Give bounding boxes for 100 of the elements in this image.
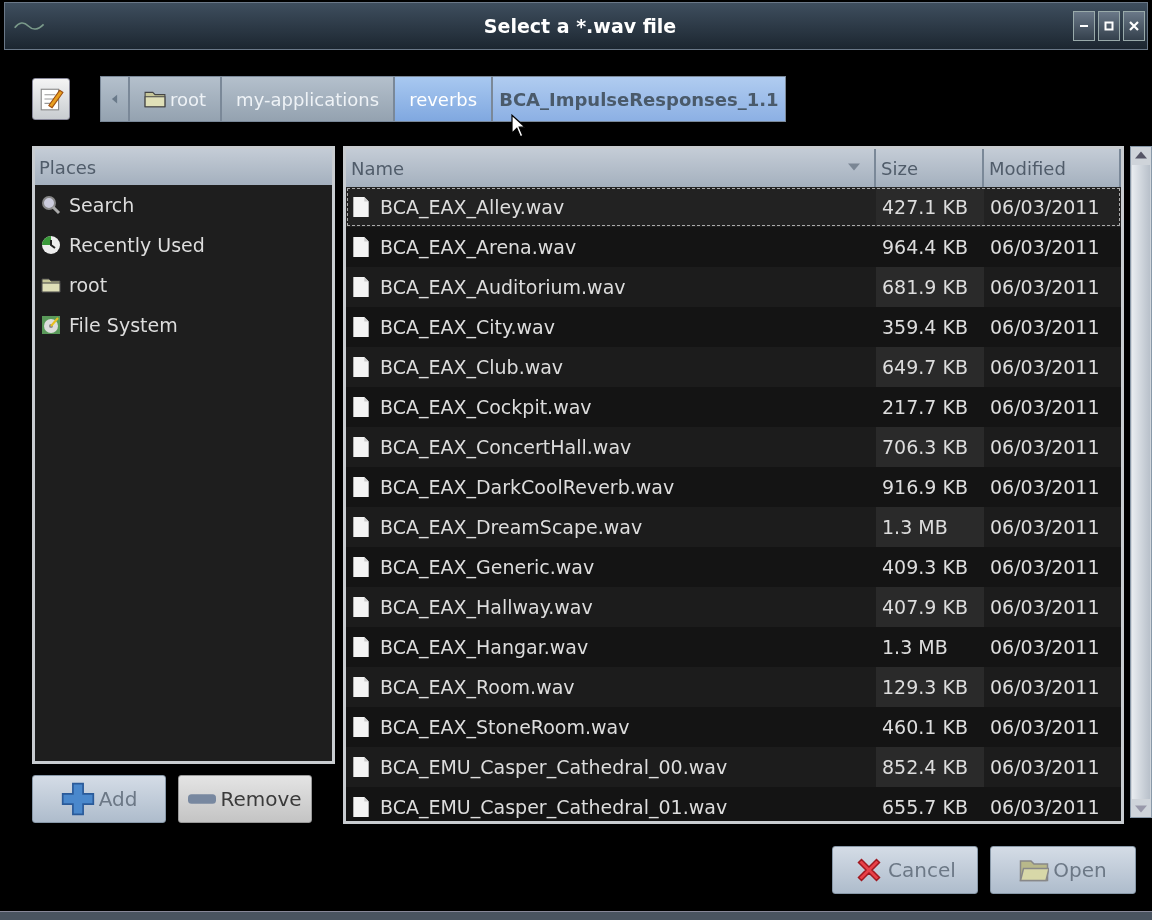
file-size: 1.3 MB (882, 636, 948, 658)
file-size: 129.3 KB (882, 676, 968, 698)
file-row[interactable]: BCA_EAX_Hangar.wav 1.3 MB 06/03/2011 (346, 627, 1121, 667)
file-row[interactable]: BCA_EMU_Casper_Cathedral_01.wav 655.7 KB 06/03/2011 (346, 787, 1121, 821)
clock-icon (41, 235, 61, 255)
file-date: 06/03/2011 (990, 596, 1100, 618)
file-size: 964.4 KB (882, 236, 968, 258)
search-icon (41, 195, 61, 215)
file-row[interactable]: BCA_EAX_City.wav 359.4 KB 06/03/2011 (346, 307, 1121, 347)
file-row[interactable]: BCA_EAX_Generic.wav 409.3 KB 06/03/2011 (346, 547, 1121, 587)
plus-icon (60, 782, 95, 816)
place-item[interactable]: Recently Used (35, 225, 332, 265)
file-name: BCA_EAX_Auditorium.wav (380, 276, 626, 298)
file-name: BCA_EAX_Club.wav (380, 356, 564, 378)
document-icon (352, 636, 370, 658)
close-icon (1129, 21, 1139, 31)
file-name: BCA_EMU_Casper_Cathedral_00.wav (380, 756, 728, 778)
up-arrow-icon[interactable] (1135, 151, 1147, 159)
file-size: 649.7 KB (882, 356, 968, 378)
close-button[interactable] (1123, 11, 1145, 41)
place-label: Recently Used (69, 234, 205, 256)
maximize-icon (1104, 21, 1114, 31)
file-size: 217.7 KB (882, 396, 968, 418)
place-item[interactable]: root (35, 265, 332, 305)
folder-icon (144, 90, 166, 108)
file-size: 681.9 KB (882, 276, 968, 298)
document-icon (352, 396, 370, 418)
document-icon (352, 436, 370, 458)
document-icon (352, 556, 370, 578)
file-name: BCA_EAX_Generic.wav (380, 556, 595, 578)
file-size: 460.1 KB (882, 716, 968, 738)
document-icon (352, 796, 370, 818)
file-name: BCA_EAX_Cockpit.wav (380, 396, 592, 418)
file-date: 06/03/2011 (990, 636, 1100, 658)
document-icon (352, 596, 370, 618)
minimize-button[interactable] (1073, 11, 1095, 41)
document-icon (352, 516, 370, 538)
document-icon (352, 236, 370, 258)
scrollbar-thumb[interactable] (1132, 165, 1150, 799)
place-label: Search (69, 194, 135, 216)
file-date: 06/03/2011 (990, 676, 1100, 698)
remove-button[interactable]: Remove (178, 775, 312, 823)
file-size: 706.3 KB (882, 436, 968, 458)
document-icon (352, 476, 370, 498)
file-date: 06/03/2011 (990, 796, 1100, 818)
file-row[interactable]: BCA_EAX_StoneRoom.wav 460.1 KB 06/03/2011 (346, 707, 1121, 747)
file-date: 06/03/2011 (990, 196, 1100, 218)
document-icon (352, 756, 370, 778)
file-name: BCA_EAX_Arena.wav (380, 236, 577, 258)
document-icon (352, 356, 370, 378)
file-row[interactable]: BCA_EAX_Cockpit.wav 217.7 KB 06/03/2011 (346, 387, 1121, 427)
file-row[interactable]: BCA_EAX_Alley.wav 427.1 KB 06/03/2011 (346, 187, 1121, 227)
file-date: 06/03/2011 (990, 276, 1100, 298)
document-icon (352, 676, 370, 698)
edit-location-button[interactable] (32, 78, 70, 120)
file-size: 655.7 KB (882, 796, 968, 818)
minus-icon (188, 794, 217, 804)
sort-arrow-icon (848, 163, 860, 171)
file-name: BCA_EMU_Casper_Cathedral_01.wav (380, 796, 728, 818)
document-icon (352, 316, 370, 338)
file-size: 916.9 KB (882, 476, 968, 498)
file-size: 409.3 KB (882, 556, 968, 578)
folder-icon (41, 276, 61, 294)
scrollbar[interactable] (1130, 146, 1152, 818)
place-item[interactable]: File System (35, 305, 332, 345)
minimize-icon (1080, 25, 1088, 27)
maximize-button[interactable] (1098, 11, 1120, 41)
file-date: 06/03/2011 (990, 516, 1100, 538)
file-name: BCA_EAX_StoneRoom.wav (380, 716, 630, 738)
mouse-pointer-icon (510, 114, 526, 138)
file-name: BCA_EAX_City.wav (380, 316, 555, 338)
file-date: 06/03/2011 (990, 716, 1100, 738)
file-size: 1.3 MB (882, 516, 948, 538)
file-name: BCA_EAX_Hallway.wav (380, 596, 593, 618)
path-button[interactable]: BCA_ImpulseResponses_1.1 (492, 76, 786, 122)
place-item[interactable]: Search (35, 185, 332, 225)
file-date: 06/03/2011 (990, 436, 1100, 458)
file-name: BCA_EAX_Room.wav (380, 676, 575, 698)
file-name: BCA_EAX_ConcertHall.wav (380, 436, 632, 458)
file-date: 06/03/2011 (990, 476, 1100, 498)
file-date: 06/03/2011 (990, 396, 1100, 418)
file-row[interactable]: BCA_EAX_DarkCoolReverb.wav 916.9 KB 06/03/2011 (346, 467, 1121, 507)
document-icon (352, 196, 370, 218)
file-size: 359.4 KB (882, 316, 968, 338)
file-size: 427.1 KB (882, 196, 968, 218)
left-arrow-icon (111, 94, 118, 104)
document-icon (352, 716, 370, 738)
file-row[interactable]: BCA_EAX_Arena.wav 964.4 KB 06/03/2011 (346, 227, 1121, 267)
file-name: BCA_EAX_DarkCoolReverb.wav (380, 476, 675, 498)
file-date: 06/03/2011 (990, 316, 1100, 338)
file-date: 06/03/2011 (990, 756, 1100, 778)
file-size: 852.4 KB (882, 756, 968, 778)
file-name: BCA_EAX_Alley.wav (380, 196, 565, 218)
document-icon (352, 276, 370, 298)
place-label: root (69, 274, 108, 296)
file-date: 06/03/2011 (990, 236, 1100, 258)
edit-icon (38, 86, 64, 112)
drive-icon (41, 315, 61, 335)
file-size: 407.9 KB (882, 596, 968, 618)
column-header[interactable]: Places (35, 149, 332, 185)
